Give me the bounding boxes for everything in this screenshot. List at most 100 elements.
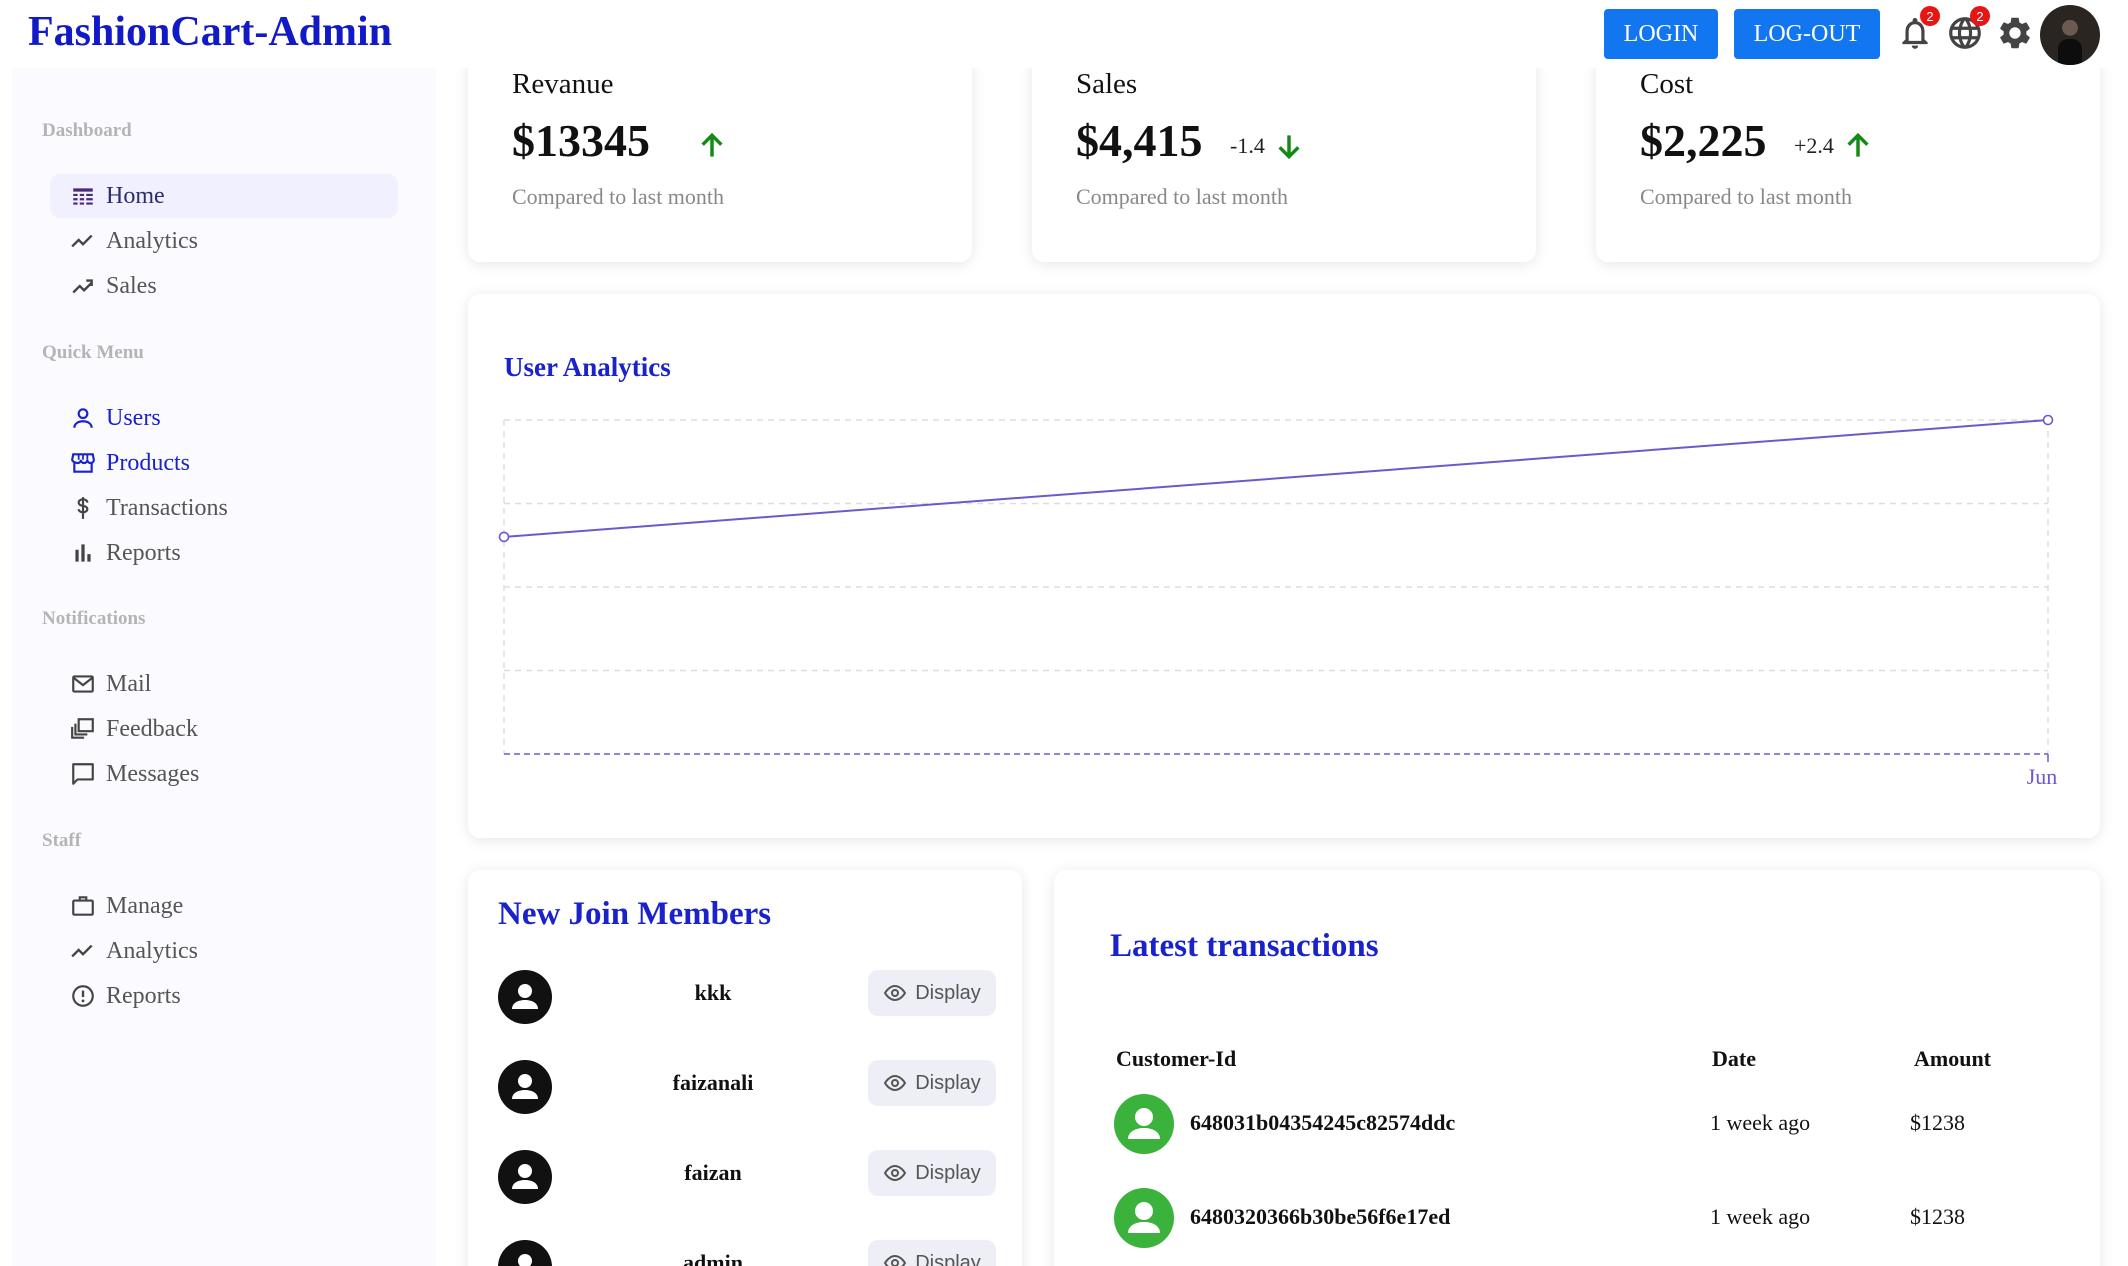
member-name: kkk xyxy=(694,980,732,1005)
person-icon xyxy=(512,1164,538,1189)
eye-icon xyxy=(884,984,907,1002)
featured-money: $13345 xyxy=(512,115,650,166)
app-logo[interactable]: FashionCart-Admin xyxy=(28,8,392,56)
customer-id: 6480320366b30be56f6e17ed xyxy=(1190,1204,1451,1229)
bar-chart-icon xyxy=(75,544,91,562)
display-button[interactable]: Display xyxy=(868,970,996,1016)
sidebar-section-dashboard: Dashboard xyxy=(42,120,132,141)
logout-button[interactable]: LOG-OUT xyxy=(1734,9,1880,59)
featured-title: Cost xyxy=(1640,68,1694,100)
featured-rate xyxy=(688,130,728,162)
transaction-amount: $1238 xyxy=(1910,1204,1965,1229)
timeline-icon xyxy=(71,234,93,248)
eye-icon xyxy=(884,1074,907,1092)
sidebar-item-label: Sales xyxy=(106,272,157,299)
storefront-icon xyxy=(71,453,95,473)
table-row: 6480320366b30be56f6e17ed 1 week ago $123… xyxy=(1114,1188,2074,1248)
sidebar-item-label: Feedback xyxy=(106,715,198,742)
featured-sub: Compared to last month xyxy=(1640,184,1853,209)
timeline-icon xyxy=(71,944,93,958)
person-icon xyxy=(1128,1202,1160,1233)
featured-money: $2,225 xyxy=(1640,115,1767,166)
sidebar-item-label: Analytics xyxy=(106,227,198,254)
avatar xyxy=(1114,1188,1174,1248)
members-title: New Join Members xyxy=(498,896,772,932)
display-button-label: Display xyxy=(915,1251,981,1266)
briefcase-icon xyxy=(72,896,94,916)
mail-icon xyxy=(72,675,94,693)
sidebar-item-mail[interactable]: Mail xyxy=(50,662,398,706)
series-line xyxy=(503,419,2049,538)
column-header-amount: Amount xyxy=(1914,1046,1992,1071)
data-point xyxy=(2042,414,2054,426)
avatar xyxy=(1114,1094,1174,1154)
report-icon xyxy=(72,985,94,1007)
chat-bubble-icon xyxy=(72,763,94,785)
featured-card-sales: Sales $4,415 -1.4 Compared to last month xyxy=(1032,62,1536,262)
sidebar-item-staff-analytics[interactable]: Analytics xyxy=(50,929,398,973)
notification-badge: 2 xyxy=(1920,6,1940,26)
column-header-customer: Customer-Id xyxy=(1116,1046,1237,1071)
sidebar-section-quick-menu: Quick Menu xyxy=(42,342,144,363)
list-item: kkk Display xyxy=(498,966,996,1026)
arrow-down-icon xyxy=(1278,135,1300,160)
display-button[interactable]: Display xyxy=(868,1240,996,1266)
feedback-icon xyxy=(71,718,94,739)
featured-sub: Compared to last month xyxy=(1076,184,1289,209)
display-button-label: Display xyxy=(915,1071,981,1094)
column-header-date: Date xyxy=(1712,1046,1756,1071)
language-badge: 2 xyxy=(1970,6,1990,26)
transaction-date: 1 week ago xyxy=(1710,1204,1811,1229)
featured-rate: +2.4 xyxy=(1794,130,1874,162)
profile-avatar[interactable] xyxy=(2040,5,2100,65)
person-icon xyxy=(518,1254,532,1266)
login-button[interactable]: LOGIN xyxy=(1604,9,1718,59)
avatar xyxy=(498,970,552,1024)
person-icon xyxy=(512,1074,538,1099)
display-button-label: Display xyxy=(915,981,981,1004)
featured-rate-value: +2.4 xyxy=(1794,133,1834,158)
sidebar-item-sales[interactable]: Sales xyxy=(50,264,398,308)
arrow-up-icon xyxy=(1847,132,1869,157)
sidebar-item-label: Reports xyxy=(106,539,181,566)
list-item: faizanali Display xyxy=(498,1056,996,1116)
dollar-icon xyxy=(77,497,89,519)
person-icon xyxy=(1128,1108,1160,1139)
person-icon xyxy=(512,984,538,1009)
featured-title: Revanue xyxy=(512,68,614,100)
featured-title: Sales xyxy=(1076,68,1138,100)
sidebar-item-transactions[interactable]: Transactions xyxy=(50,486,398,530)
sidebar-item-label: Mail xyxy=(106,670,152,697)
eye-icon xyxy=(884,1254,907,1266)
sidebar: Dashboard Home Analytics Sales Quick Men… xyxy=(12,68,436,1266)
member-name: admin xyxy=(683,1250,743,1266)
sidebar-item-manage[interactable]: Manage xyxy=(50,884,398,928)
list-item: admin Display xyxy=(498,1236,996,1266)
transactions-title: Latest transactions xyxy=(1110,928,1379,964)
display-button-label: Display xyxy=(915,1161,981,1184)
member-name: faizanali xyxy=(672,1070,754,1095)
sidebar-item-feedback[interactable]: Feedback xyxy=(50,707,398,751)
language-button[interactable]: 2 xyxy=(1946,6,1990,52)
sidebar-item-staff-reports[interactable]: Reports xyxy=(50,974,398,1018)
featured-card-cost: Cost $2,225 +2.4 Compared to last month xyxy=(1596,62,2100,262)
sidebar-item-products[interactable]: Products xyxy=(50,441,398,485)
user-analytics-card: User Analytics Jun xyxy=(468,294,2100,838)
table-row: 648031b04354245c82574ddc 1 week ago $123… xyxy=(1114,1094,2074,1154)
sidebar-item-label: Products xyxy=(106,449,190,476)
notifications-button[interactable]: 2 xyxy=(1896,6,1940,52)
sidebar-item-users[interactable]: Users xyxy=(50,396,398,440)
display-button[interactable]: Display xyxy=(868,1150,996,1196)
sidebar-item-home[interactable]: Home xyxy=(50,174,398,218)
sidebar-item-label: Analytics xyxy=(106,937,198,964)
sidebar-item-analytics[interactable]: Analytics xyxy=(50,219,398,263)
eye-icon xyxy=(884,1164,907,1182)
user-analytics-chart: Jun xyxy=(498,414,2057,789)
sidebar-item-label: Manage xyxy=(106,892,184,919)
display-button[interactable]: Display xyxy=(868,1060,996,1106)
sidebar-item-messages[interactable]: Messages xyxy=(50,752,398,796)
sidebar-item-label: Messages xyxy=(106,760,200,787)
top-bar: FashionCart-Admin LOGIN LOG-OUT 2 2 xyxy=(0,0,2128,68)
settings-button[interactable] xyxy=(1996,14,2034,52)
sidebar-item-reports[interactable]: Reports xyxy=(50,531,398,575)
